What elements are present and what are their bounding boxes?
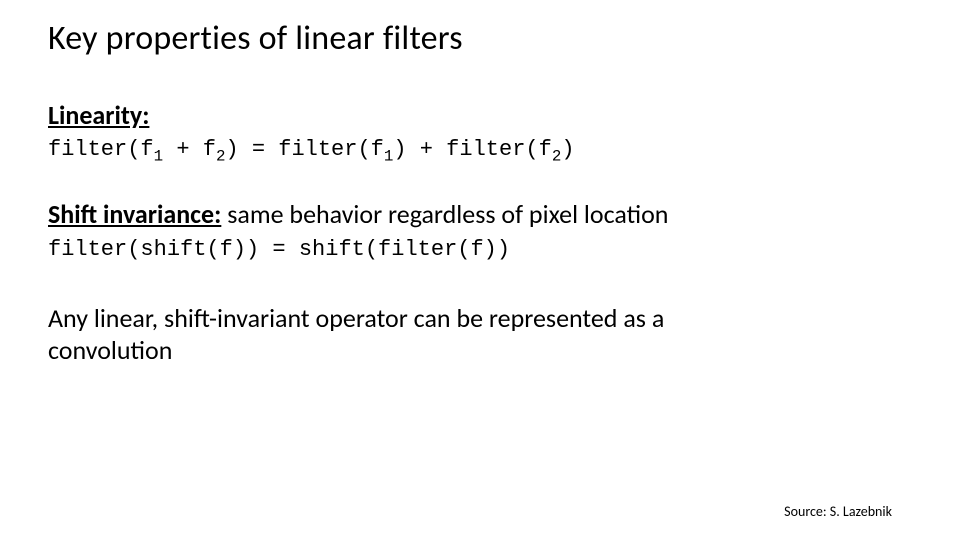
slide: Key properties of linear filters Lineari… (0, 0, 960, 540)
heading-shift: Shift invariance: (48, 198, 221, 230)
heading-linearity: Linearity: (48, 99, 149, 131)
section-shift-invariance: Shift invariance: same behavior regardle… (48, 198, 912, 262)
section-conclusion: Any linear, shift-invariant operator can… (48, 302, 912, 367)
conclusion-text: Any linear, shift-invariant operator can… (48, 302, 748, 367)
source-attribution: Source: S. Lazebnik (784, 503, 892, 520)
body-shift: same behavior regardless of pixel locati… (221, 198, 668, 230)
code-shift: filter(shift(f)) = shift(filter(f)) (48, 237, 912, 262)
slide-title: Key properties of linear filters (48, 18, 912, 59)
section-linearity: Linearity: filter(f1 + f2) = filter(f1) … (48, 99, 912, 162)
shift-line: Shift invariance: same behavior regardle… (48, 198, 748, 231)
code-linearity: filter(f1 + f2) = filter(f1) + filter(f2… (48, 137, 912, 162)
